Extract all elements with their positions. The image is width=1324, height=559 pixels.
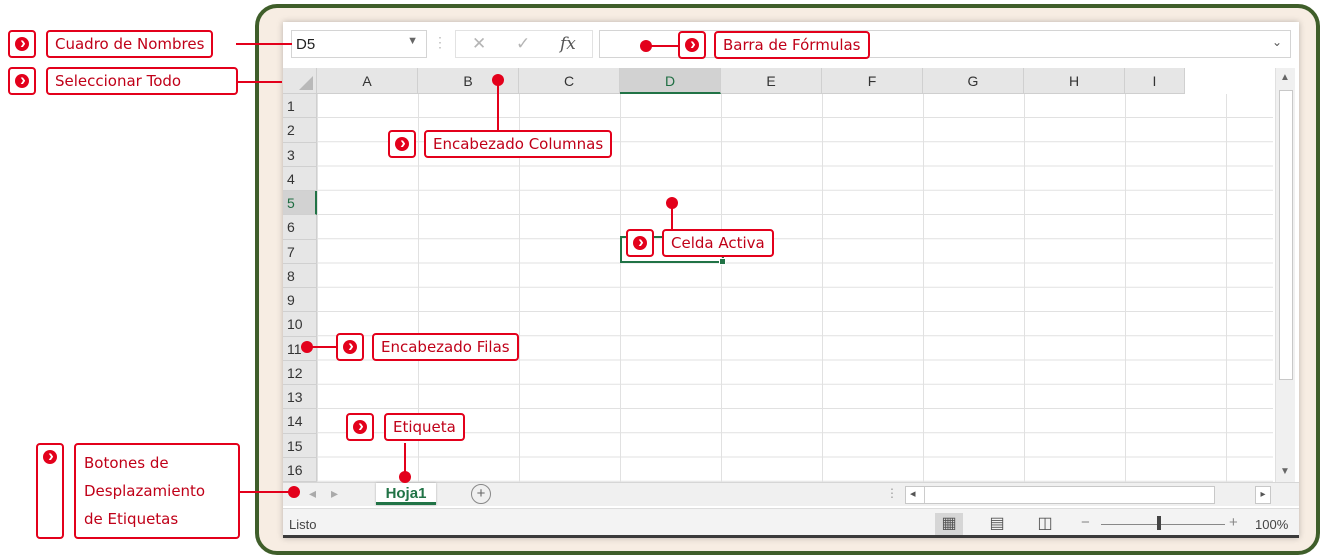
scroll-up-icon[interactable]: ▲ <box>1280 72 1290 83</box>
connector-line <box>240 491 292 493</box>
row-header-7[interactable]: 7 <box>283 239 317 264</box>
row-header-15[interactable]: 15 <box>283 433 317 458</box>
chevron-right-icon <box>678 31 706 59</box>
page-layout-view-icon[interactable]: ▤ <box>983 513 1011 535</box>
excel-window: D5 ▼ ⋮ ✕ ✓ fx ⌄ ABCDEFGHI 1 2 3 4 5 6 7 8 9 10 11 1… <box>283 22 1299 538</box>
column-header-h[interactable]: H <box>1024 68 1125 94</box>
label-select-all: Seleccionar Todo <box>46 67 238 95</box>
pointer-dot <box>399 471 411 483</box>
chevron-right-icon <box>8 30 36 58</box>
connector-line <box>671 207 673 229</box>
label-active-cell: Celda Activa <box>662 229 774 257</box>
connector-line <box>238 81 282 83</box>
column-header-d[interactable]: D <box>620 68 721 94</box>
column-header-f[interactable]: F <box>822 68 923 94</box>
row-header-16[interactable]: 16 <box>283 457 317 482</box>
connector-line <box>311 346 337 348</box>
label-line: Desplazamiento <box>84 482 206 500</box>
window-bottom-border <box>283 535 1299 538</box>
row-header-4[interactable]: 4 <box>283 166 317 191</box>
tab-scroll-right-icon[interactable]: ▸ <box>331 485 338 502</box>
row-header-1[interactable]: 1 <box>283 94 317 119</box>
row-header-3[interactable]: 3 <box>283 142 317 167</box>
zoom-out-button[interactable]: − <box>1081 514 1090 531</box>
label-column-headers: Encabezado Columnas <box>424 130 613 158</box>
row-header-14[interactable]: 14 <box>283 409 317 434</box>
label-tab-scroll-buttons: Botones de Desplazamiento de Etiquetas <box>74 443 240 539</box>
chevron-right-icon <box>336 333 364 361</box>
column-header-g[interactable]: G <box>923 68 1024 94</box>
horizontal-scrollbar[interactable]: ◂ <box>905 486 1215 504</box>
zoom-slider[interactable] <box>1101 524 1225 525</box>
chevron-right-icon <box>388 130 416 158</box>
scroll-left-icon[interactable]: ◂ <box>910 487 916 500</box>
select-all-button[interactable] <box>283 68 317 94</box>
formula-buttons: ✕ ✓ fx <box>455 30 593 58</box>
column-header-e[interactable]: E <box>721 68 822 94</box>
column-header-i[interactable]: I <box>1125 68 1185 94</box>
tab-split-handle-icon[interactable]: ⋮ <box>886 486 898 500</box>
chevron-right-icon <box>36 443 64 539</box>
name-box-value: D5 <box>296 36 316 53</box>
name-box[interactable]: D5 ▼ <box>291 30 427 58</box>
row-header-5[interactable]: 5 <box>283 191 317 216</box>
vertical-scrollbar[interactable]: ▲ ▼ <box>1275 68 1295 482</box>
column-header-c[interactable]: C <box>519 68 620 94</box>
chevron-right-icon <box>346 413 374 441</box>
scroll-thumb[interactable] <box>1279 90 1293 380</box>
connector-line <box>650 45 680 47</box>
scroll-down-icon[interactable]: ▼ <box>1280 466 1290 477</box>
row-header-2[interactable]: 2 <box>283 118 317 143</box>
status-bar: Listo ▦ ▤ ◫ − + 100% <box>283 508 1299 538</box>
sheet-tab-hoja1[interactable]: Hoja1 <box>376 483 436 505</box>
label-row-headers: Encabezado Filas <box>372 333 519 361</box>
label-line: de Etiquetas <box>84 510 179 528</box>
zoom-slider-knob[interactable] <box>1157 516 1161 530</box>
row-header-12[interactable]: 12 <box>283 360 317 385</box>
horizontal-scroll-track <box>924 487 925 503</box>
drag-handle-icon[interactable]: ⋮ <box>433 34 447 51</box>
chevron-down-icon[interactable]: ▼ <box>407 35 418 47</box>
row-header-8[interactable]: 8 <box>283 263 317 288</box>
row-header-6[interactable]: 6 <box>283 215 317 240</box>
zoom-in-button[interactable]: + <box>1229 514 1238 531</box>
label-name-box: Cuadro de Nombres <box>46 30 214 58</box>
zoom-level[interactable]: 100% <box>1255 517 1288 532</box>
expand-formula-bar-icon[interactable]: ⌄ <box>1272 35 1282 49</box>
row-header-9[interactable]: 9 <box>283 288 317 313</box>
cancel-button[interactable]: ✕ <box>472 34 486 54</box>
pointer-dot <box>288 486 300 498</box>
tab-scroll-left-icon[interactable]: ◂ <box>309 485 316 502</box>
row-header-13[interactable]: 13 <box>283 385 317 410</box>
page-break-view-icon[interactable]: ◫ <box>1031 513 1059 535</box>
row-header-10[interactable]: 10 <box>283 312 317 337</box>
insert-function-button[interactable]: fx <box>560 34 576 54</box>
chevron-right-icon <box>626 229 654 257</box>
column-header-a[interactable]: A <box>317 68 418 94</box>
sheet-tab-bar: ◂ ▸ Hoja1 + ⋮ ◂ ▸ <box>283 482 1299 506</box>
chevron-right-icon <box>8 67 36 95</box>
label-line: Botones de <box>84 454 169 472</box>
label-sheet-tab: Etiqueta <box>384 413 465 441</box>
normal-view-icon[interactable]: ▦ <box>935 513 963 535</box>
connector-line <box>497 84 499 130</box>
scroll-right-icon[interactable]: ▸ <box>1255 486 1271 504</box>
label-formula-bar: Barra de Fórmulas <box>714 31 870 59</box>
add-sheet-button[interactable]: + <box>471 484 491 504</box>
enter-button[interactable]: ✓ <box>516 34 530 54</box>
status-text: Listo <box>289 517 317 532</box>
connector-line <box>236 43 292 45</box>
